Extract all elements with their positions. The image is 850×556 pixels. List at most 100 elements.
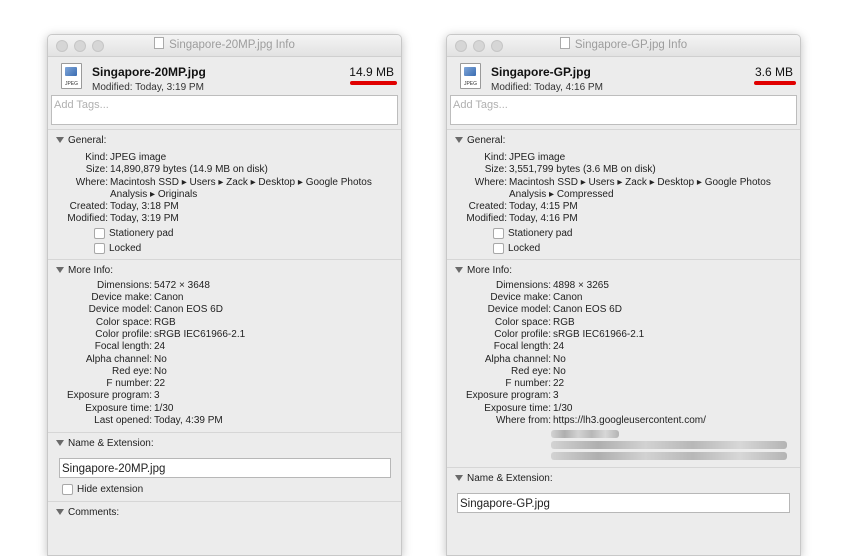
disclosure-triangle-icon[interactable]	[455, 266, 463, 273]
info-label: Device make:	[91, 292, 152, 304]
info-value: RGB	[553, 316, 575, 328]
more-info-section: More Info: Dimensions: 4898 × 3265 Device …	[447, 258, 800, 462]
info-label: F number:	[505, 378, 551, 390]
info-value: 5472 × 3648	[154, 279, 210, 291]
checkbox-label: Locked	[508, 243, 541, 255]
section-title: Comments:	[68, 506, 120, 518]
disclosure-triangle-icon[interactable]	[56, 137, 64, 143]
document-icon	[559, 37, 570, 49]
info-value: 3	[154, 390, 160, 402]
info-value: Today, 3:19 PM	[110, 213, 179, 225]
info-value: 22	[154, 378, 166, 390]
info-value: Today, 4:39 PM	[154, 415, 223, 427]
info-row: Size: 14,890,879 bytes (14.9 MB on disk)	[48, 164, 401, 176]
window-title-text: Singapore-20MP.jpg Info	[169, 39, 295, 51]
info-label: Exposure program:	[465, 390, 551, 402]
info-row: Last opened: Today, 4:39 PM	[48, 415, 401, 427]
file-modified: Modified: Today, 3:19 PM	[92, 82, 204, 93]
info-value: No	[553, 365, 566, 377]
info-row: Alpha channel: No	[447, 354, 800, 366]
more-info-disclosure[interactable]: More Info:	[447, 265, 800, 279]
info-row: Device make: Canon	[447, 292, 800, 304]
checkbox-label: Stationery pad	[109, 227, 174, 239]
info-label: Red eye:	[510, 365, 551, 377]
info-label: Modified:	[67, 213, 108, 225]
disclosure-triangle-icon[interactable]	[455, 475, 463, 482]
locked-checkbox[interactable]: Locked	[447, 241, 800, 257]
stationery-pad-checkbox[interactable]: Stationery pad	[447, 226, 800, 242]
info-label: Color profile:	[494, 328, 551, 340]
checkbox-box[interactable]	[493, 243, 504, 255]
minimize-button[interactable]	[74, 40, 86, 52]
info-label: Color space:	[494, 316, 551, 328]
more-info-section: More Info: Dimensions: 5472 × 3648 Device …	[48, 258, 401, 428]
info-value: Analysis ▸ Compressed	[509, 188, 614, 200]
name-field[interactable]: Singapore-20MP.jpg	[59, 458, 391, 479]
tags-field[interactable]: Add Tags...	[51, 95, 398, 125]
info-row: Device model: Canon EOS 6D	[447, 304, 800, 316]
checkbox-label: Hide extension	[77, 484, 144, 496]
file-name: Singapore-GP.jpg	[491, 65, 591, 79]
name-field[interactable]: Singapore-GP.jpg	[457, 493, 790, 514]
disclosure-triangle-icon[interactable]	[455, 137, 463, 143]
minimize-button[interactable]	[473, 40, 485, 52]
info-row: Size: 3,551,799 bytes (3.6 MB on disk)	[447, 164, 800, 176]
stationery-pad-checkbox[interactable]: Stationery pad	[48, 226, 401, 242]
info-value: No	[154, 353, 167, 365]
comments-disclosure[interactable]: Comments:	[48, 507, 401, 521]
name-extension-disclosure[interactable]: Name & Extension:	[48, 438, 401, 452]
file-modified: Modified: Today, 4:16 PM	[491, 82, 603, 93]
info-value: Canon	[553, 292, 583, 304]
file-header: JPEG Singapore-20MP.jpg Modified: Today,…	[48, 57, 401, 95]
info-window-right: Singapore-GP.jpg Info JPEG Singapore-GP.…	[446, 34, 801, 556]
jpeg-file-icon: JPEG	[460, 63, 481, 89]
info-value: sRGB IEC61966-2.1	[553, 328, 645, 340]
file-size: 14.9 MB	[349, 65, 394, 79]
checkbox-box[interactable]	[493, 227, 504, 239]
info-value: RGB	[154, 316, 176, 328]
checkbox-box[interactable]	[94, 243, 105, 255]
info-label: Size:	[484, 164, 507, 176]
info-label: Exposure time:	[484, 402, 551, 414]
info-value: Canon EOS 6D	[553, 304, 622, 316]
info-label: Focal length:	[493, 341, 551, 353]
blurred-text	[551, 430, 619, 439]
info-row: Red eye: No	[48, 366, 401, 378]
general-disclosure[interactable]: General:	[48, 135, 401, 149]
title-bar[interactable]: Singapore-20MP.jpg Info	[48, 35, 401, 57]
info-row: Where from: https://lh3.googleusercontent…	[447, 415, 800, 427]
info-value: 4898 × 3265	[553, 279, 609, 291]
info-label: Focal length:	[94, 341, 152, 353]
traffic-lights	[56, 40, 110, 55]
info-label: Exposure time:	[85, 402, 152, 414]
info-value: 14,890,879 bytes (14.9 MB on disk)	[110, 164, 268, 176]
info-row: Color profile: sRGB IEC61966-2.1	[48, 329, 401, 341]
zoom-button[interactable]	[92, 40, 104, 52]
close-button[interactable]	[56, 40, 68, 52]
checkbox-box[interactable]	[94, 227, 105, 239]
general-disclosure[interactable]: General:	[447, 135, 800, 149]
disclosure-triangle-icon[interactable]	[56, 440, 64, 447]
checkbox-box[interactable]	[62, 484, 73, 496]
info-label: Device make:	[490, 292, 551, 304]
hide-extension-checkbox[interactable]: Hide extension	[48, 482, 401, 498]
info-row: Focal length: 24	[48, 341, 401, 353]
disclosure-triangle-icon[interactable]	[56, 508, 64, 515]
info-row: Focal length: 24	[447, 341, 800, 353]
info-value: Canon	[154, 292, 184, 304]
locked-checkbox[interactable]: Locked	[48, 241, 401, 257]
name-extension-section: Name & Extension: Singapore-20MP.jpg Hid…	[48, 432, 401, 498]
disclosure-triangle-icon[interactable]	[56, 266, 64, 273]
info-row: F number: 22	[48, 378, 401, 390]
close-button[interactable]	[455, 40, 467, 52]
more-info-disclosure[interactable]: More Info:	[48, 265, 401, 279]
window-title: Singapore-GP.jpg Info	[559, 37, 687, 51]
tags-field[interactable]: Add Tags...	[450, 95, 797, 125]
info-label: Kind:	[484, 152, 507, 163]
title-bar[interactable]: Singapore-GP.jpg Info	[447, 35, 800, 57]
zoom-button[interactable]	[491, 40, 503, 52]
name-extension-disclosure[interactable]: Name & Extension:	[447, 473, 800, 487]
info-row: Color space: RGB	[447, 317, 800, 329]
info-row: Color profile: sRGB IEC61966-2.1	[447, 329, 800, 341]
name-extension-section: Name & Extension: Singapore-GP.jpg	[447, 467, 800, 514]
